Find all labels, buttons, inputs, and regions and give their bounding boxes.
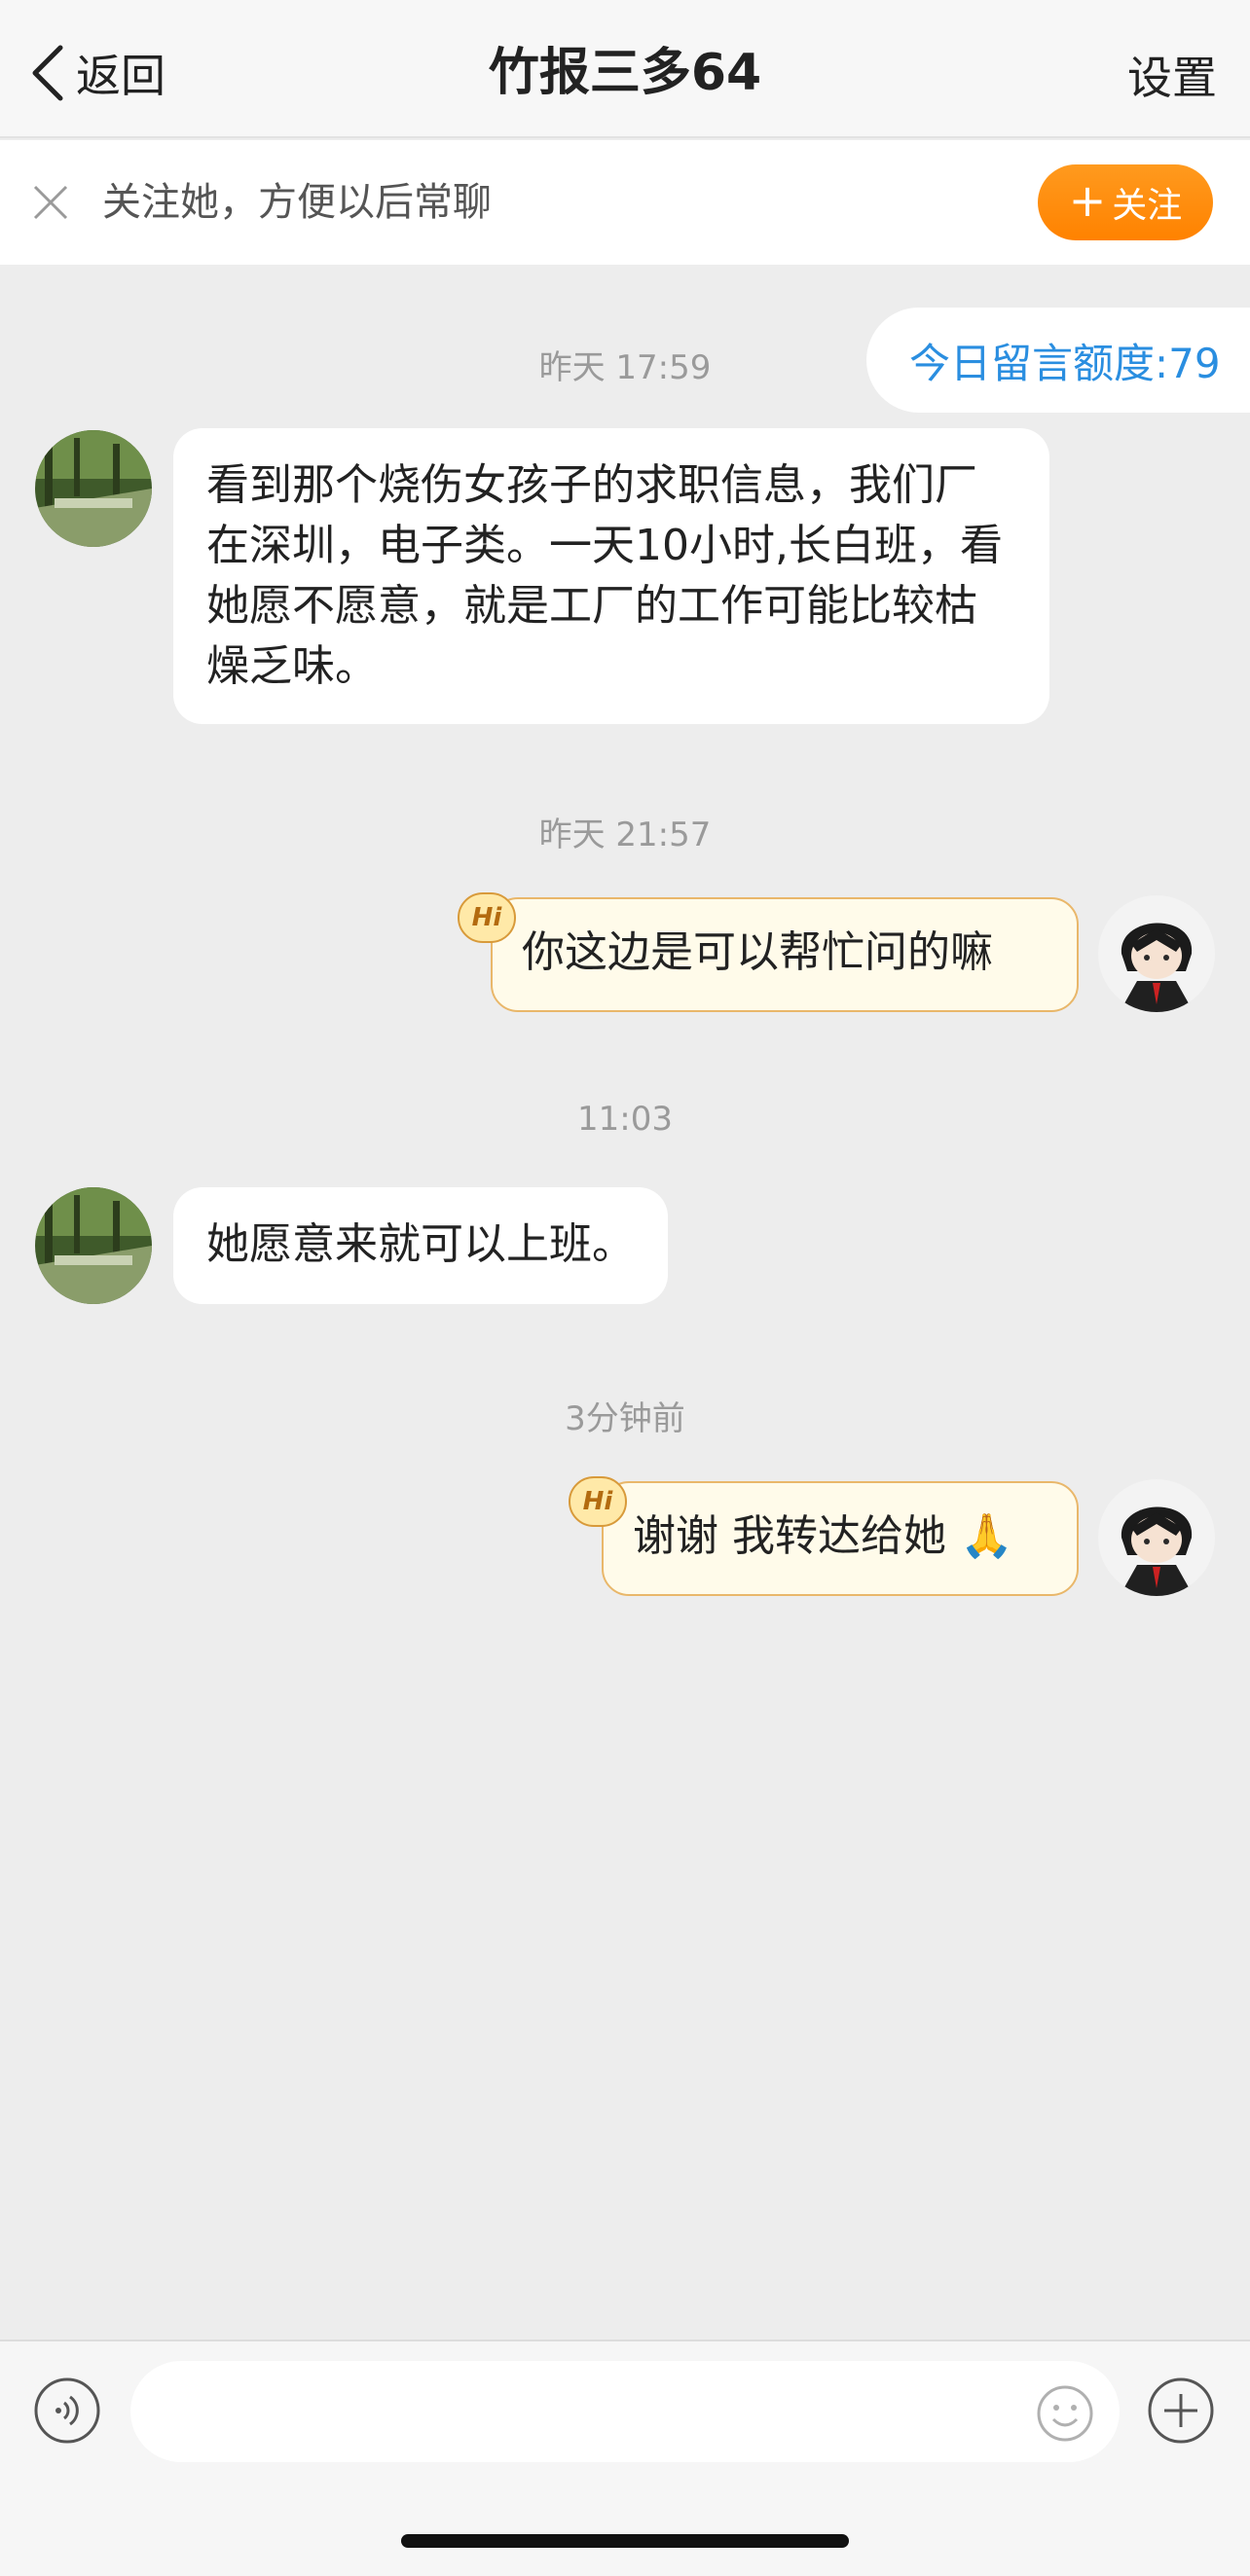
folded-hands-emoji: 🙏 bbox=[960, 1511, 1013, 1561]
timestamp: 3分钟前 bbox=[565, 1399, 685, 1438]
plus-icon: + bbox=[1068, 174, 1107, 227]
follow-banner: 关注她，方便以后常聊 + 关注 bbox=[0, 140, 1250, 265]
follow-hint-text: 关注她，方便以后常聊 bbox=[102, 180, 492, 225]
contact-avatar-image bbox=[35, 1187, 152, 1304]
hi-badge-label: Hi bbox=[471, 903, 502, 932]
page-title: 竹报三多64 bbox=[488, 44, 762, 102]
close-icon[interactable] bbox=[31, 183, 70, 222]
timestamp: 昨天 21:57 bbox=[538, 816, 712, 854]
message-bubble-sent: 谢谢 我转达给她 🙏 bbox=[602, 1481, 1079, 1596]
message-input[interactable] bbox=[130, 2361, 1120, 2462]
follow-button[interactable]: + 关注 bbox=[1038, 164, 1213, 240]
message-text: 她愿意来就可以上班。 bbox=[206, 1219, 635, 1269]
timestamp: 11:03 bbox=[577, 1100, 673, 1139]
home-indicator[interactable] bbox=[401, 2534, 849, 2548]
follow-button-label: 关注 bbox=[1112, 186, 1183, 226]
contact-avatar[interactable] bbox=[35, 1187, 152, 1304]
timestamp: 昨天 17:59 bbox=[538, 348, 712, 387]
plus-circle-icon[interactable] bbox=[1147, 2376, 1215, 2445]
settings-button[interactable]: 设置 bbox=[1127, 47, 1217, 109]
message-text: 你这边是可以帮忙问的嘛 bbox=[522, 927, 993, 977]
contact-avatar-image bbox=[35, 430, 152, 547]
my-avatar-image bbox=[1098, 1479, 1215, 1596]
message-bubble-sent: 你这边是可以帮忙问的嘛 bbox=[491, 897, 1079, 1012]
voice-icon[interactable] bbox=[33, 2376, 101, 2445]
smiley-icon[interactable] bbox=[1036, 2384, 1094, 2443]
contact-avatar[interactable] bbox=[35, 430, 152, 547]
my-avatar[interactable] bbox=[1098, 895, 1215, 1012]
hi-badge-icon: Hi bbox=[569, 1476, 627, 1527]
message-text: 看到那个烧伤女孩子的求职信息，我们厂在深圳，电子类。一天10小时,长白班，看她愿… bbox=[206, 460, 1003, 691]
nav-header: 返回 竹报三多64 设置 bbox=[0, 0, 1250, 138]
chat-screen: 返回 竹报三多64 设置 关注她，方便以后常聊 + 关注 今日留言额度:79 昨… bbox=[0, 0, 1250, 2576]
my-avatar-image bbox=[1098, 895, 1215, 1012]
message-text: 谢谢 我转达给她 bbox=[633, 1511, 946, 1561]
message-bubble-received: 看到那个烧伤女孩子的求职信息，我们厂在深圳，电子类。一天10小时,长白班，看她愿… bbox=[173, 428, 1049, 724]
message-bubble-received: 她愿意来就可以上班。 bbox=[173, 1187, 668, 1304]
my-avatar[interactable] bbox=[1098, 1479, 1215, 1596]
hi-badge-label: Hi bbox=[582, 1487, 613, 1516]
hi-badge-icon: Hi bbox=[458, 892, 516, 943]
